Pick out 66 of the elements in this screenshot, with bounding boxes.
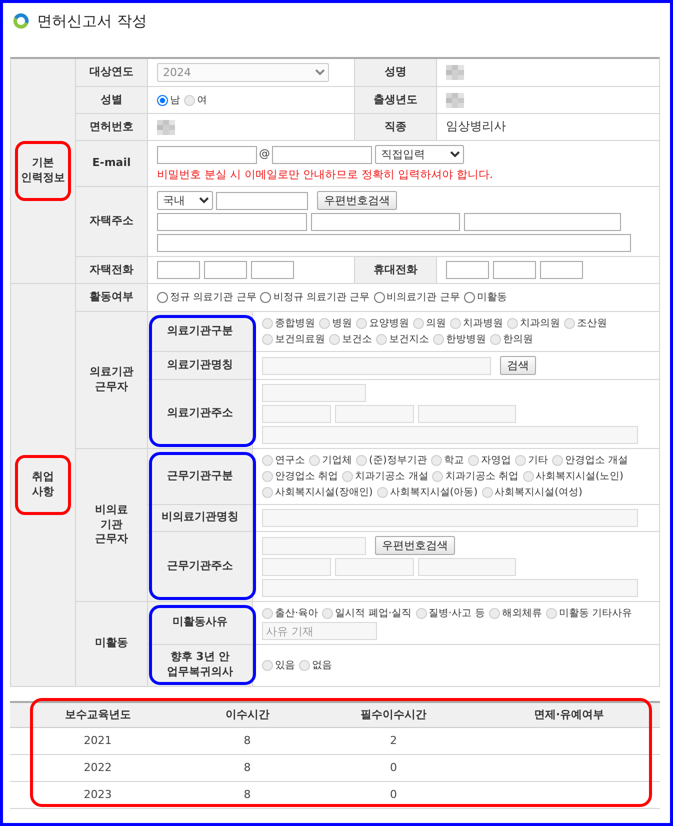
group-label: 의료기관 근무자 [76, 312, 148, 448]
table-cell: 2021 [10, 728, 186, 755]
radio-option[interactable]: 비정규 의료기관 근무 [260, 290, 370, 305]
field-label: 근무기관주소 [148, 531, 253, 601]
field-label: 의료기관주소 [148, 379, 253, 448]
text-field[interactable] [157, 213, 307, 231]
dropdown-field[interactable]: 직접입력 [375, 145, 464, 164]
field-label: E-mail [76, 141, 148, 186]
field-label: 대상연도 [76, 59, 148, 86]
table-cell: 0 [309, 782, 478, 809]
text-field[interactable] [464, 213, 621, 231]
text-field[interactable] [157, 146, 257, 164]
section-label: 취업 사항 [32, 470, 54, 500]
text-field[interactable] [311, 213, 460, 231]
postcode-search-button[interactable]: 우편번호검색 [317, 191, 397, 210]
radio-option[interactable]: 미활동 [464, 290, 507, 305]
text-field[interactable] [157, 234, 631, 252]
column-header: 필수이수시간 [309, 702, 478, 728]
at-sign: @ [259, 147, 270, 162]
notice-text: 비밀번호 분실 시 이메일로만 안내하므로 정확히 입력하셔야 합니다. [157, 167, 493, 182]
field-label: 비의료기관명칭 [148, 504, 253, 531]
group-label: 비의료 기관 근무자 [76, 449, 148, 601]
field-label: 자택전화 [76, 257, 148, 283]
text-field[interactable] [493, 261, 536, 279]
field-value: 임상병리사 [446, 119, 506, 135]
ring-logo-icon [13, 13, 29, 29]
section-label: 기본 인력정보 [21, 156, 65, 186]
blurred-text-icon [446, 92, 464, 108]
field-label: 면허번호 [76, 114, 148, 140]
field-label: 활동여부 [76, 284, 148, 311]
text-field[interactable] [251, 261, 294, 279]
text-field[interactable] [446, 261, 489, 279]
blurred-text-icon [157, 120, 175, 134]
table-cell: 2 [309, 728, 478, 755]
field-label: 성별 [76, 87, 148, 113]
field-label: 의료기관구분 [148, 312, 253, 351]
field-label: 향후 3년 안 업무복귀의사 [148, 644, 253, 686]
field-label: 출생년도 [354, 87, 437, 113]
text-field[interactable] [204, 261, 247, 279]
radio-option[interactable]: 비의료기관 근무 [374, 290, 460, 305]
column-header: 면제·유예여부 [478, 702, 660, 728]
field-label: 근무기관구분 [148, 449, 253, 504]
table-cell: 8 [186, 754, 309, 782]
radio-option[interactable]: 남 [157, 92, 180, 108]
column-header: 이수시간 [186, 702, 309, 728]
field-label: 직종 [354, 114, 437, 140]
table-cell: 8 [186, 728, 309, 755]
dropdown-field[interactable]: 국내 [157, 191, 213, 210]
text-field[interactable] [157, 261, 200, 279]
field-label: 미활동사유 [148, 602, 253, 644]
table-cell: 2022 [10, 754, 186, 782]
radio-option[interactable]: 정규 의료기관 근무 [157, 290, 256, 305]
field-label: 의료기관명칭 [148, 351, 253, 379]
text-field[interactable] [272, 146, 372, 164]
blurred-text-icon [446, 65, 464, 80]
field-label: 성명 [354, 59, 437, 86]
text-field[interactable] [540, 261, 583, 279]
column-header: 보수교육년도 [10, 702, 186, 728]
table-cell: 0 [309, 754, 478, 782]
field-label: 자택주소 [76, 187, 148, 256]
field-label: 휴대전화 [354, 257, 437, 283]
text-field[interactable] [216, 192, 308, 210]
page-title: 면허신고서 작성 [37, 12, 147, 30]
group-label: 미활동 [76, 602, 148, 686]
table-cell: 2023 [10, 782, 186, 809]
table-cell: 8 [186, 782, 309, 809]
